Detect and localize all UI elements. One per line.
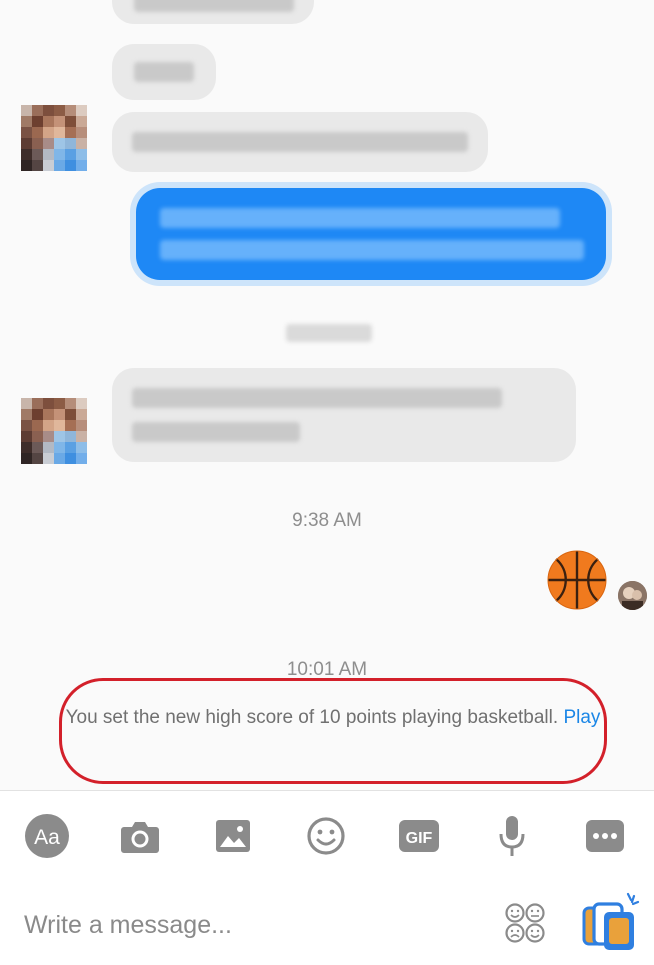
more-icon[interactable] <box>582 813 628 859</box>
conversation-area[interactable]: 9:38 AM 10:01 AM You set the new high sc… <box>0 0 654 790</box>
svg-text:Aa: Aa <box>34 826 60 849</box>
read-receipt-avatar <box>618 581 647 610</box>
camera-icon[interactable] <box>117 813 163 859</box>
message-input[interactable] <box>22 906 456 944</box>
highlight-outline <box>59 678 607 784</box>
incoming-message-bubble[interactable] <box>112 0 314 24</box>
stickers-icon[interactable] <box>504 902 546 944</box>
message-composer <box>0 878 654 965</box>
game-score-text: You set the new high score of 10 points … <box>65 707 559 728</box>
outgoing-message-bubble[interactable] <box>136 188 606 280</box>
emoji-icon[interactable] <box>303 813 349 859</box>
contact-avatar[interactable] <box>21 398 87 464</box>
microphone-icon[interactable] <box>489 813 535 859</box>
incoming-message-bubble[interactable] <box>112 368 576 462</box>
composer-toolbar: Aa GIF <box>0 790 654 879</box>
game-score-notification: You set the new high score of 10 points … <box>59 704 607 731</box>
instant-games-icon[interactable] <box>578 890 642 954</box>
incoming-message-bubble[interactable] <box>112 112 488 172</box>
contact-avatar[interactable] <box>21 105 87 171</box>
svg-text:GIF: GIF <box>406 830 433 847</box>
image-icon[interactable] <box>210 813 256 859</box>
gif-icon[interactable]: GIF <box>396 813 442 859</box>
play-link[interactable]: Play <box>563 707 600 728</box>
blurred-timestamp <box>286 324 372 342</box>
text-size-icon[interactable]: Aa <box>24 813 70 859</box>
incoming-message-bubble[interactable] <box>112 44 216 100</box>
basketball-icon[interactable] <box>547 550 607 610</box>
timestamp-first: 9:38 AM <box>292 510 362 531</box>
